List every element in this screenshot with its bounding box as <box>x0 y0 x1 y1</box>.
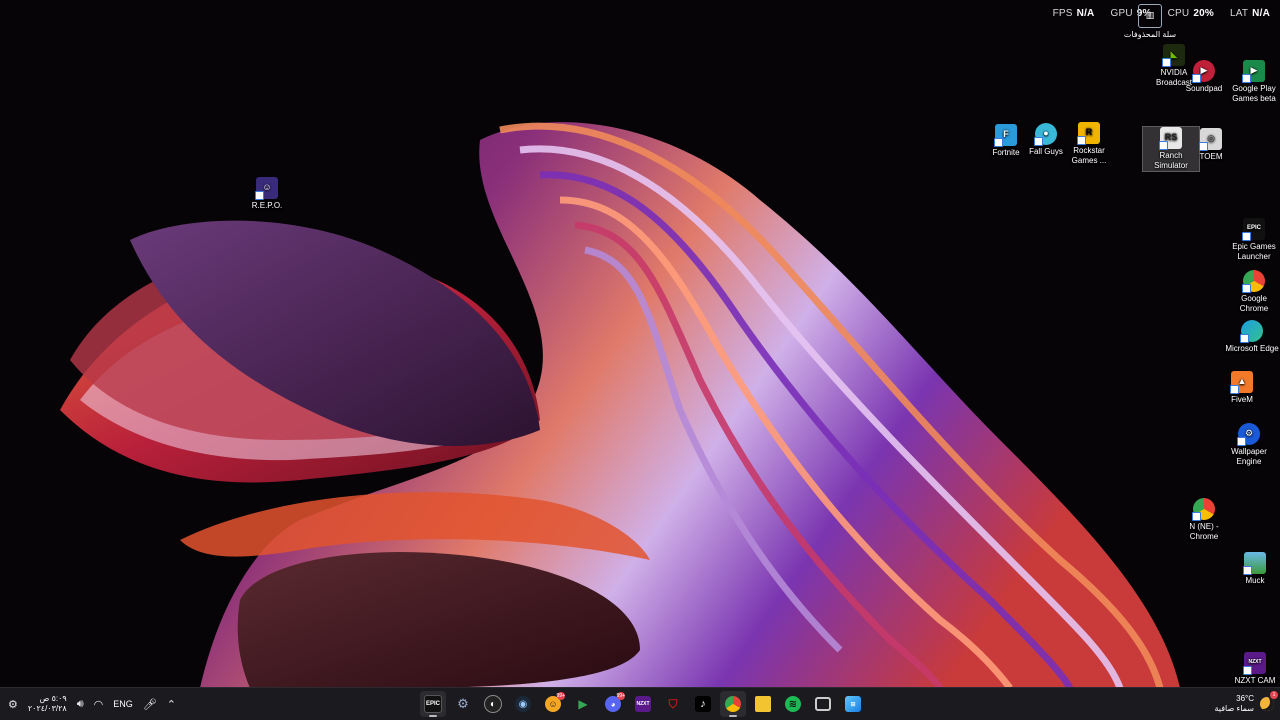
taskbar-chat-app[interactable]: ☺ 99+ <box>540 691 566 717</box>
tiktok-icon: ♪ <box>695 696 711 712</box>
epic-games-icon: EPIC <box>1242 218 1265 241</box>
volume-icon[interactable]: 🔊︎ <box>77 698 84 711</box>
desktop-icon-n-chrome[interactable]: N (NE) - Chrome <box>1176 498 1232 541</box>
taskbar-chrome[interactable] <box>720 691 746 717</box>
taskbar-task-view[interactable] <box>810 691 836 717</box>
desktop-icon-google-play-games[interactable]: ▶ Google Play Games beta <box>1226 60 1280 103</box>
desktop-wallpaper <box>0 0 1280 688</box>
desktop-icon-label: Rockstar Games ... <box>1071 146 1107 165</box>
system-tray: ⚙ ٥:٠٩ ص ٢٠٢٤/٠٣/٢٨ 🔊︎ ◠ ENG 🎤︎ ⌃ <box>8 688 176 720</box>
taskbar-epic-games[interactable]: EPIC <box>420 691 446 717</box>
desktop-icon-label: TOEM <box>1199 152 1223 161</box>
nzxt-cam-icon: NZXT <box>1243 652 1266 675</box>
taskbar-spotify[interactable]: ≋ <box>780 691 806 717</box>
taskbar-apps: EPIC ⚙ ◐ ◉ ☺ 99+ ▶ ◕ 99+ NZXT ⛉ ♪ ≋ ⊞ <box>420 688 866 720</box>
ranch-simulator-icon: RS <box>1159 127 1182 150</box>
language-indicator[interactable]: ENG <box>113 699 133 709</box>
desktop-icon-wallpaper-engine[interactable]: ⚙ Wallpaper Engine <box>1221 423 1277 466</box>
recycle-bin-icon: ▥ <box>1138 4 1162 28</box>
desktop-icon-muck[interactable]: Muck <box>1227 552 1280 586</box>
desktop-icon-rockstar[interactable]: R Rockstar Games ... <box>1061 122 1117 165</box>
taskbar-tiktok[interactable]: ♪ <box>690 691 716 717</box>
microphone-icon[interactable]: 🎤︎ <box>143 698 157 711</box>
wifi-icon[interactable]: ◠ <box>94 698 104 711</box>
chrome-app-icon <box>1192 498 1215 521</box>
edge-icon <box>1240 320 1263 343</box>
taskbar-obs[interactable]: ◐ <box>480 691 506 717</box>
desktop-icon-label: FiveM <box>1231 395 1253 404</box>
chevron-up-icon[interactable]: ⌃ <box>167 698 176 711</box>
desktop-icon-label: Soundpad <box>1185 84 1223 93</box>
muck-icon <box>1243 552 1266 575</box>
clock[interactable]: ٥:٠٩ ص ٢٠٢٤/٠٣/٢٨ <box>28 694 67 714</box>
taskbar-google-play-games[interactable]: ▶ <box>570 691 596 717</box>
fps-readout: FPS N/A <box>1052 8 1095 19</box>
taskbar-file-explorer[interactable] <box>750 691 776 717</box>
play-icon: ▶ <box>578 697 588 711</box>
weather-condition: سماء صافية <box>1214 704 1254 713</box>
weather-text-block: 36°C سماء صافية <box>1214 694 1254 714</box>
steam-icon: ◉ <box>515 696 531 712</box>
desktop-icon-label: Google Play Games beta <box>1232 84 1276 103</box>
repo-icon: ☺ <box>255 177 278 200</box>
desktop-icon-nzxt-cam[interactable]: NZXT NZXT CAM <box>1227 652 1280 686</box>
taskbar: ⚙ ٥:٠٩ ص ٢٠٢٤/٠٣/٢٨ 🔊︎ ◠ ENG 🎤︎ ⌃ EPIC ⚙… <box>0 687 1280 720</box>
taskbar-discord[interactable]: ◕ 99+ <box>600 691 626 717</box>
epic-games-icon: EPIC <box>424 695 442 713</box>
nzxt-icon: NZXT <box>635 696 651 712</box>
clock-date: ٢٠٢٤/٠٣/٢٨ <box>27 704 67 713</box>
google-play-games-icon: ▶ <box>1242 60 1265 83</box>
weather-temperature: 36°C <box>1236 694 1254 703</box>
rockstar-icon: R <box>1077 122 1100 145</box>
chrome-icon <box>1242 270 1265 293</box>
clock-time: ٥:٠٩ ص <box>39 694 67 703</box>
task-view-icon <box>815 697 831 711</box>
start-button[interactable]: ⊞ <box>840 691 866 717</box>
taskbar-mcafee[interactable]: ⛉ <box>660 691 686 717</box>
shield-icon: ⛉ <box>668 696 678 711</box>
fivem-icon: ▲ <box>1230 371 1253 394</box>
chrome-icon <box>725 696 741 712</box>
fortnite-icon: F <box>994 124 1017 147</box>
notification-badge: 99+ <box>616 692 625 700</box>
desktop-icon-fivem[interactable]: ▲ FiveM <box>1214 371 1270 405</box>
desktop-icon-label: Epic Games Launcher <box>1232 242 1276 261</box>
desktop-icon-label: سلة المحذوفات <box>1123 30 1177 39</box>
weather-badge: 1 <box>1270 691 1278 699</box>
desktop-icon-soundpad[interactable]: ▶ Soundpad <box>1176 60 1232 94</box>
desktop-icon-recycle-bin[interactable]: ▥ سلة المحذوفات <box>1122 4 1178 40</box>
moon-icon <box>1260 697 1274 711</box>
taskbar-steam[interactable]: ◉ <box>510 691 536 717</box>
fall-guys-icon: ● <box>1034 123 1057 146</box>
notification-badge: 99+ <box>556 692 565 700</box>
windows-icon: ⊞ <box>845 696 861 712</box>
taskbar-settings[interactable]: ⚙ <box>450 691 476 717</box>
desktop-icon-label: R.E.P.O. <box>251 201 283 210</box>
desktop-icon-toem[interactable]: ◎ TOEM <box>1183 128 1239 162</box>
desktop-icon-google-chrome[interactable]: Google Chrome <box>1226 270 1280 313</box>
latency-readout: LAT N/A <box>1229 8 1270 19</box>
desktop-icon-label: Microsoft Edge <box>1225 344 1279 353</box>
desktop-icon-label: Wallpaper Engine <box>1231 447 1267 466</box>
desktop-icon-label: N (NE) - Chrome <box>1189 522 1219 541</box>
desktop-icon-repo[interactable]: ☺ R.E.P.O. <box>239 177 295 211</box>
obs-icon: ◐ <box>484 695 502 713</box>
taskbar-nzxt-cam[interactable]: NZXT <box>630 691 656 717</box>
desktop-icon-epic-games[interactable]: EPIC Epic Games Launcher <box>1226 218 1280 261</box>
desktop-icon-microsoft-edge[interactable]: Microsoft Edge <box>1224 320 1280 354</box>
weather-widget[interactable]: 36°C سماء صافية 1 <box>1214 688 1278 720</box>
desktop-icon-label: NZXT CAM <box>1234 676 1276 685</box>
soundpad-icon: ▶ <box>1192 60 1215 83</box>
notification-settings-icon[interactable]: ⚙ <box>8 698 18 711</box>
wallpaper-engine-icon: ⚙ <box>1237 423 1260 446</box>
folder-icon <box>755 696 771 712</box>
toem-icon: ◎ <box>1199 128 1222 151</box>
weather-icon-wrap: 1 <box>1260 691 1278 711</box>
desktop-icon-label: Google Chrome <box>1239 294 1269 313</box>
desktop-icon-label: Muck <box>1245 576 1265 585</box>
spotify-icon: ≋ <box>785 696 801 712</box>
gear-icon: ⚙ <box>457 696 469 711</box>
